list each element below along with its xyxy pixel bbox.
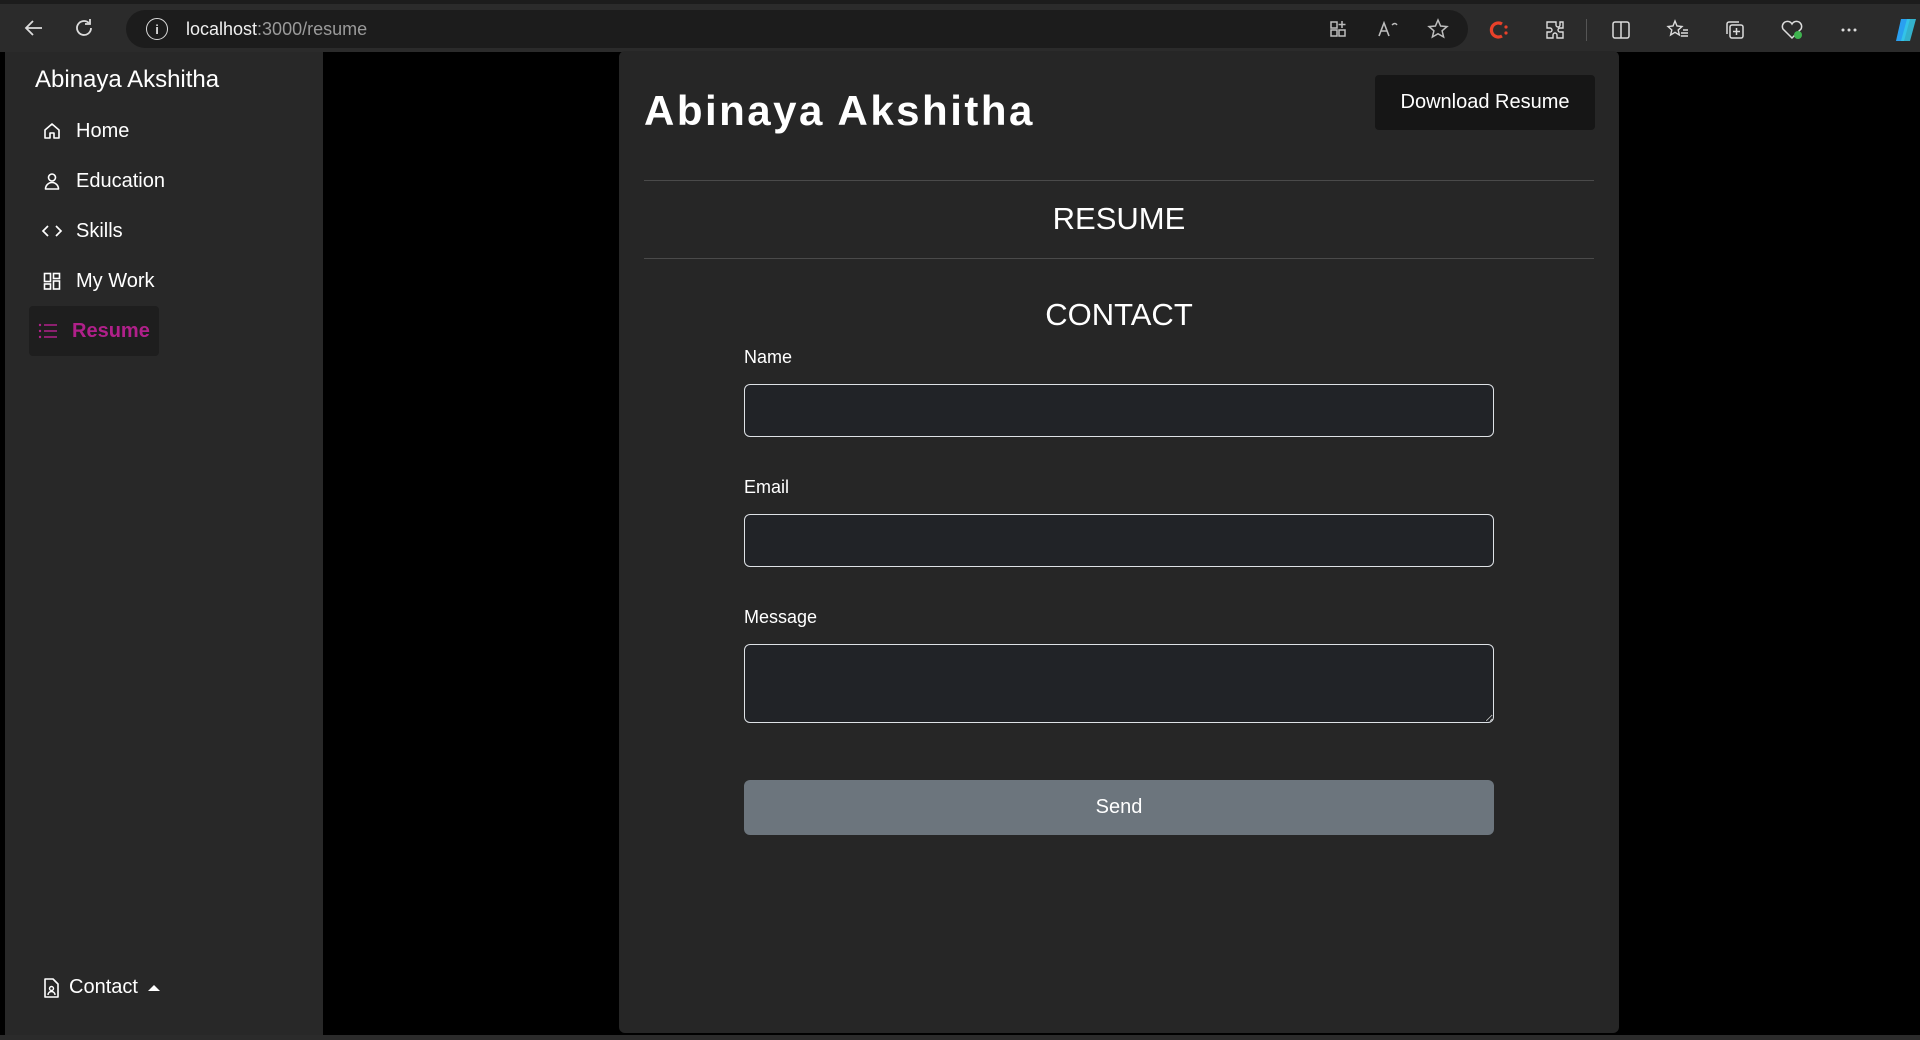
page-title: Abinaya Akshitha: [644, 87, 1035, 134]
sidebar-item-label: Home: [76, 119, 130, 142]
browser-toolbar: i localhost:3000/resume: [0, 0, 1920, 52]
more-icon[interactable]: [1831, 12, 1867, 48]
contact-form: Name Email Message Send: [744, 347, 1494, 835]
url-host: localhost: [186, 18, 258, 39]
name-field-group: Name: [744, 347, 1494, 437]
message-field[interactable]: [744, 644, 1494, 723]
email-field[interactable]: [744, 514, 1494, 567]
sidebar-item-skills[interactable]: Skills: [29, 206, 299, 256]
contact-heading: CONTACT: [1045, 297, 1193, 332]
code-icon: [41, 220, 63, 242]
name-label: Name: [744, 347, 793, 367]
sidebar-item-education[interactable]: Education: [29, 156, 299, 206]
main-content: Abinaya Akshitha Download Resume RESUME …: [619, 51, 1619, 1033]
extensions-icon[interactable]: [1537, 12, 1573, 48]
message-field-group: Message: [744, 607, 1494, 728]
info-icon[interactable]: i: [146, 18, 168, 40]
split-screen-icon[interactable]: [1603, 12, 1639, 48]
sidebar-item-my-work[interactable]: My Work: [29, 256, 299, 306]
contact-dropdown[interactable]: Contact: [41, 976, 160, 999]
browser-essentials-icon[interactable]: [1774, 12, 1810, 48]
divider: [644, 258, 1594, 259]
contact-label: Contact: [69, 976, 138, 998]
sidebar-nav: Home Education Skills My Work Resume: [29, 106, 299, 356]
divider: [644, 180, 1594, 181]
sidebar-item-label: My Work: [76, 269, 155, 292]
back-icon[interactable]: [14, 8, 54, 48]
download-resume-button[interactable]: Download Resume: [1375, 75, 1595, 130]
toolbar-divider: [1586, 19, 1587, 41]
collections-icon[interactable]: [1717, 12, 1753, 48]
home-icon: [41, 120, 63, 142]
favorites-icon[interactable]: [1660, 12, 1696, 48]
sidebar: Abinaya Akshitha Home Education Skills M…: [5, 52, 323, 1035]
message-label: Message: [744, 607, 818, 627]
window-bottom-border: [0, 1035, 1920, 1040]
url-path: :3000/resume: [257, 18, 368, 39]
sidebar-item-label: Skills: [76, 219, 123, 242]
caret-up-icon: [147, 984, 160, 991]
sidebar-brand[interactable]: Abinaya Akshitha: [35, 66, 219, 94]
list-icon: [37, 320, 59, 342]
email-label: Email: [744, 477, 790, 497]
user-icon: [41, 170, 63, 192]
grid-icon: [41, 270, 63, 292]
extension-c-icon[interactable]: [1480, 12, 1516, 48]
send-button[interactable]: Send: [744, 780, 1494, 835]
sidebar-item-label: Resume: [72, 319, 150, 342]
sidebar-item-label: Education: [76, 169, 165, 192]
app-available-icon[interactable]: [1326, 17, 1350, 41]
favorite-star-icon[interactable]: [1426, 17, 1450, 41]
sidebar-item-home[interactable]: Home: [29, 106, 299, 156]
resume-heading: RESUME: [1052, 201, 1186, 236]
address-bar[interactable]: i localhost:3000/resume: [126, 10, 1468, 48]
reload-icon[interactable]: [64, 8, 104, 48]
sidebar-item-resume[interactable]: Resume: [29, 306, 159, 356]
copilot-icon[interactable]: [1888, 12, 1920, 48]
read-aloud-icon[interactable]: [1376, 17, 1400, 41]
contact-document-icon: [41, 977, 61, 999]
email-field-group: Email: [744, 477, 1494, 567]
name-field[interactable]: [744, 384, 1494, 437]
